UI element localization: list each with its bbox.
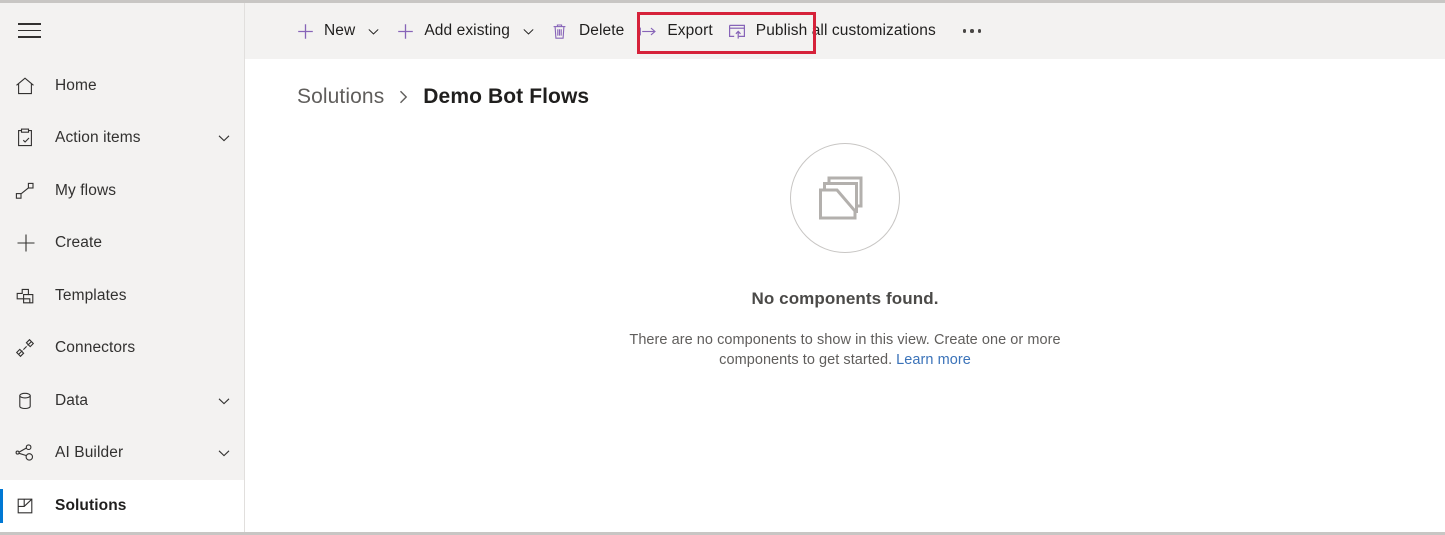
templates-icon: [14, 285, 44, 307]
sidebar-item-label: Home: [55, 76, 97, 94]
connectors-icon: [14, 337, 44, 359]
export-button[interactable]: Export: [631, 13, 719, 49]
sidebar-item-label: Create: [55, 234, 103, 252]
command-label: Delete: [578, 22, 625, 39]
export-icon: [638, 21, 658, 41]
command-label: Export: [667, 22, 713, 39]
app-window: Home Action items My flows Create Templa…: [0, 0, 1445, 535]
sidebar-nav-list: Home Action items My flows Create Templa…: [0, 58, 244, 532]
chevron-down-icon[interactable]: [366, 24, 381, 39]
breadcrumb: Solutions Demo Bot Flows: [245, 59, 1445, 109]
new-button[interactable]: New: [288, 13, 388, 49]
sidebar-item-solutions[interactable]: Solutions: [0, 479, 244, 532]
sidebar-item-label: Action items: [55, 129, 141, 147]
hamburger-line: [18, 36, 41, 38]
solutions-icon: [14, 495, 44, 517]
hamburger-line: [18, 29, 41, 31]
empty-state-title: No components found.: [751, 289, 939, 308]
empty-document-icon: [790, 143, 900, 253]
ellipsis-icon: [962, 29, 982, 33]
empty-state: No components found. There are no compon…: [245, 109, 1445, 532]
command-label: Add existing: [424, 22, 510, 39]
publish-all-customizations-button[interactable]: Publish all customizations: [720, 13, 943, 49]
sidebar-item-ai-builder[interactable]: AI Builder: [0, 427, 244, 480]
menu-hamburger-icon[interactable]: [16, 12, 60, 48]
sidebar-item-home[interactable]: Home: [0, 60, 244, 113]
command-bar: New Add existing Delete Export Publish a…: [245, 3, 1445, 59]
ellipsis-dot: [970, 29, 974, 33]
delete-button[interactable]: Delete: [543, 13, 631, 49]
flow-icon: [14, 180, 44, 202]
plus-icon: [395, 21, 415, 41]
chevron-down-icon[interactable]: [216, 130, 232, 146]
sidebar-item-label: My flows: [55, 181, 117, 199]
learn-more-link[interactable]: Learn more: [896, 352, 971, 368]
command-label: New: [324, 22, 356, 39]
sidebar-item-label: Data: [55, 391, 89, 409]
hamburger-line: [18, 23, 41, 25]
database-icon: [14, 390, 44, 412]
selected-indicator: [0, 488, 3, 523]
ai-builder-icon: [14, 442, 44, 464]
chevron-down-icon[interactable]: [216, 393, 232, 409]
plus-icon: [295, 21, 315, 41]
sidebar-item-my-flows[interactable]: My flows: [0, 165, 244, 218]
sidebar-header: [0, 3, 244, 58]
ellipsis-dot: [962, 29, 967, 33]
publish-icon: [727, 21, 747, 41]
sidebar-item-templates[interactable]: Templates: [0, 270, 244, 323]
chevron-down-icon[interactable]: [521, 24, 536, 39]
sidebar-item-data[interactable]: Data: [0, 375, 244, 428]
sidebar-item-label: Templates: [55, 286, 127, 304]
breadcrumb-parent-link[interactable]: Solutions: [297, 85, 384, 109]
add-existing-button[interactable]: Add existing: [388, 13, 543, 49]
clipboard-check-icon: [14, 127, 44, 149]
plus-icon: [14, 231, 44, 255]
command-label: Publish all customizations: [755, 22, 936, 39]
home-icon: [14, 75, 44, 97]
chevron-right-icon: [396, 88, 411, 106]
left-navigation-sidebar: Home Action items My flows Create Templa…: [0, 3, 245, 532]
trash-icon: [550, 21, 570, 41]
empty-state-description-text: There are no components to show in this …: [629, 332, 1061, 368]
sidebar-item-label: Connectors: [55, 339, 136, 357]
ellipsis-dot: [977, 29, 982, 33]
sidebar-item-label: Solutions: [55, 496, 127, 514]
more-commands-button[interactable]: [953, 13, 992, 49]
empty-state-description: There are no components to show in this …: [619, 330, 1071, 370]
sidebar-item-connectors[interactable]: Connectors: [0, 322, 244, 375]
content-area: Solutions Demo Bot Flows No components f…: [245, 59, 1445, 532]
sidebar-item-create[interactable]: Create: [0, 217, 244, 270]
sidebar-item-label: AI Builder: [55, 444, 124, 462]
sidebar-item-action-items[interactable]: Action items: [0, 112, 244, 165]
breadcrumb-current-page: Demo Bot Flows: [423, 85, 590, 108]
main-area: New Add existing Delete Export Publish a…: [245, 3, 1445, 532]
chevron-down-icon[interactable]: [216, 445, 232, 461]
